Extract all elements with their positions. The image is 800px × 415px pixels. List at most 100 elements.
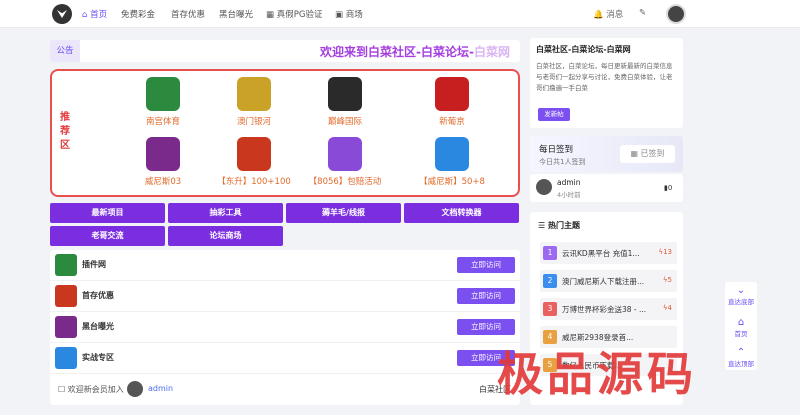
hot-topic-rank: 2 [543,274,557,288]
recommend-item[interactable]: 【东升】100+100 [209,137,299,187]
nav-home-label: 首页 [90,10,108,20]
checkin-button-label: 已签到 [640,149,665,158]
hot-topic-title: 云讯KD黑平台 充值1... [562,249,640,258]
site-logo [55,285,77,307]
site-logo [55,316,77,338]
recommend-item[interactable]: 巅峰国际 [300,77,390,127]
intro-card: 白菜社区-白菜论坛-白菜网 白菜社区，白菜论坛，每日更新最新的白菜信息与老哥们一… [530,38,683,128]
recommend-item-logo [435,137,469,171]
nav-home[interactable]: ⌂ 首页 [82,8,107,20]
checkin-sub: 今日共1人签到 [539,158,586,166]
edit-icon[interactable]: ✎ [639,8,646,18]
chat-icon: ☐ [58,385,68,394]
cart-icon: ▣ [335,10,346,20]
checkin-card: 每日签到 今日共1人签到 ▦ 已签到 [530,136,683,172]
recommend-item-name: 【8056】包赔活动 [308,177,382,187]
recommend-item-name: 巅峰国际 [327,117,362,127]
recommend-item[interactable]: 威尼斯03 [118,137,208,187]
admin-count: ▮0 [664,184,672,192]
hot-topic-rank: 3 [543,302,557,316]
to-bottom-button[interactable]: ⌄ 直达底部 [725,286,757,307]
chevron-up-icon: ⌃ [736,347,746,358]
top-nav: ⌂ 首页 免费彩金 首存优惠 黑台曝光 ▦ 真假PG验证 ▣ 商场 🔔 消息 ✎ [0,0,800,28]
visit-button[interactable]: 立即访问 [457,257,515,273]
home-label: 首页 [734,330,748,338]
site-list: 插件网 立即访问 首存优惠 立即访问 黑台曝光 立即访问 实战专区 立即访问 [50,250,520,405]
hot-topic-count-value: 13 [663,248,672,256]
site-logo[interactable] [52,4,72,24]
nav-blacklist[interactable]: 黑台曝光 [219,8,253,20]
hot-topic-count-value: 5 [667,276,672,284]
recommend-panel: 推荐区 南宫体育 澳门银河 巅峰国际 新葡京威尼斯03 【东升】100+100 【8056… [50,69,520,197]
list-icon: ☰ [538,221,548,230]
hot-topic-count: ϟ5 [663,276,672,284]
to-top-button[interactable]: ⌃ 直达顶部 [725,347,757,369]
notice-tag: 公告 [50,40,80,62]
hot-topic-rank: 1 [543,246,557,260]
new-member-name[interactable]: admin [148,384,173,393]
messages-label: 消息 [606,10,624,20]
recommend-label: 推荐区 [60,112,70,151]
site-row: 实战专区 立即访问 [50,343,520,374]
site-name[interactable]: 插件网 [82,259,106,270]
nav-mall-label: 商场 [345,10,363,20]
nav-pg-verify[interactable]: ▦ 真假PG验证 [266,8,322,20]
home-button[interactable]: ⌂ 首页 [725,318,757,339]
category-chat[interactable]: 老哥交流 [50,226,165,246]
category-deals[interactable]: 薅羊毛/线报 [286,203,401,223]
nav-free-bonus[interactable]: 免费彩金 [121,8,155,20]
site-logo [55,254,77,276]
recommend-item-logo [146,137,180,171]
nav-first-deposit[interactable]: 首存优惠 [171,8,205,20]
recommend-item-name: 新葡京 [439,117,465,127]
hot-topic-count-value: 4 [667,304,672,312]
nav-mall[interactable]: ▣ 商场 [335,8,363,20]
recommend-item-name: 威尼斯03 [144,177,182,187]
recommend-item[interactable]: 【8056】包赔活动 [300,137,390,187]
recommend-item[interactable]: 南宫体育 [118,77,208,127]
new-post-button[interactable]: 发新帖 [538,108,570,121]
messages-link[interactable]: 🔔 消息 [593,8,623,20]
checkin-button[interactable]: ▦ 已签到 [620,145,675,163]
to-bottom-label: 直达底部 [728,298,754,306]
site-name[interactable]: 实战专区 [82,352,114,363]
hot-topic-title: 万博世界杯彩金送38 - ... [562,305,647,314]
new-member-text: 欢迎新会员加入 [67,385,124,394]
category-forum-mall[interactable]: 论坛商场 [168,226,283,246]
visit-button[interactable]: 立即访问 [457,319,515,335]
hot-topic-count: ϟ13 [658,248,672,256]
recommend-item-name: 澳门银河 [236,117,271,127]
hot-topic-item[interactable]: 3 万博世界杯彩金送38 - ... ϟ4 [540,298,677,320]
admin-name[interactable]: admin [557,178,581,187]
notice-text-main: 欢迎来到白菜社区-白菜论坛- [320,45,474,59]
recommend-item-logo [237,77,271,111]
new-member-label: ☐ 欢迎新会员加入 [58,384,124,395]
recommend-item[interactable]: 澳门银河 [209,77,299,127]
site-row: 插件网 立即访问 [50,250,520,281]
hot-topic-item[interactable]: 1 云讯KD黑平台 充值1... ϟ13 [540,242,677,264]
admin-card: admin 4小时前 ▮0 [530,174,683,202]
recommend-item-logo [237,137,271,171]
user-avatar[interactable] [666,4,686,24]
site-name[interactable]: 首存优惠 [82,290,114,301]
category-latest[interactable]: 最新项目 [50,203,165,223]
recommend-item[interactable]: 新葡京 [407,77,497,127]
site-row: 黑台曝光 立即访问 [50,312,520,343]
visit-button[interactable]: 立即访问 [457,288,515,304]
hot-topic-item[interactable]: 2 澳门威尼斯人下载注册... ϟ5 [540,270,677,292]
nav-pg-verify-label: 真假PG验证 [276,10,323,20]
notice-text: 欢迎来到白菜社区-白菜论坛-白菜网 [320,43,510,60]
hot-topic-title: 澳门威尼斯人下载注册... [562,277,645,286]
category-lottery-tool[interactable]: 抽彩工具 [168,203,283,223]
admin-avatar[interactable] [536,179,552,195]
hot-topic-count: ϟ4 [663,304,672,312]
side-tools: ⌄ 直达底部 ⌂ 首页 ⌃ 直达顶部 [725,282,757,370]
category-doc-converter[interactable]: 文档转换器 [404,203,519,223]
site-name[interactable]: 黑台曝光 [82,321,114,332]
recommend-item-logo [146,77,180,111]
recommend-item-logo [328,137,362,171]
new-member-avatar[interactable] [127,381,143,397]
recommend-item[interactable]: 【威尼斯】50+8 [407,137,497,187]
notice-bar: 公告 欢迎来到白菜社区-白菜论坛-白菜网 [50,40,520,62]
calendar-icon: ▦ [630,149,641,158]
